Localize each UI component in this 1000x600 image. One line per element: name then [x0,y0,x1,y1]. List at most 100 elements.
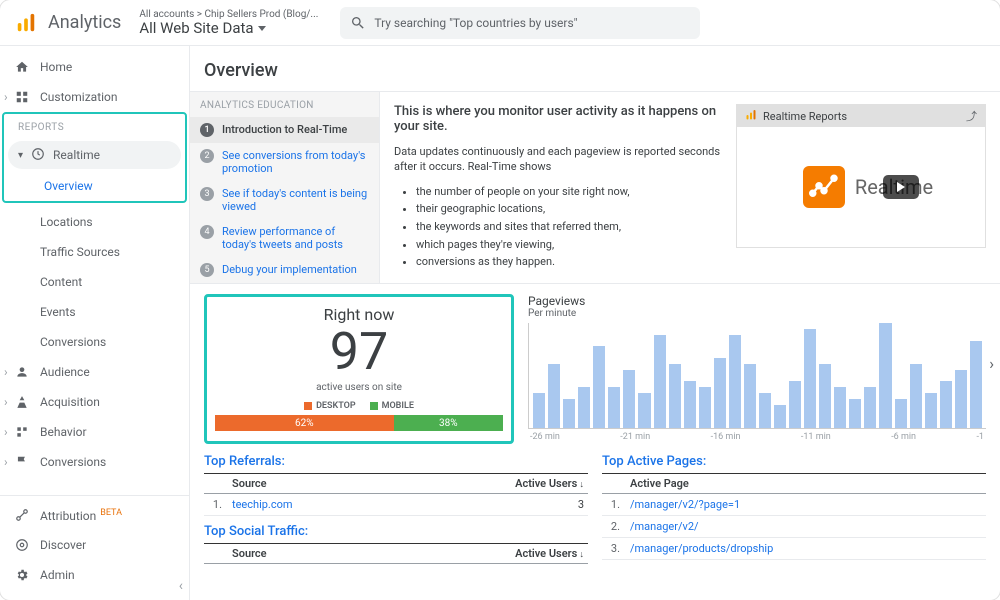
col-active-page[interactable]: Active Page [626,474,986,494]
nav-realtime-content[interactable]: Content [0,267,189,297]
page-title: Overview [190,46,1000,91]
nav-acquisition[interactable]: Acquisition [0,387,189,417]
app-header: Analytics All accounts > Chip Sellers Pr… [0,0,1000,46]
table-row[interactable]: 3./manager/products/dropship [602,538,986,560]
education-label: ANALYTICS EDUCATION [190,92,379,117]
table-title: Top Active Pages: [602,454,986,469]
attribution-icon [14,507,30,523]
chart-bar [533,393,545,428]
share-icon[interactable]: ⤴ [966,108,977,124]
nav-realtime-conversions[interactable]: Conversions [0,327,189,357]
chart-bar [774,405,786,428]
nav-realtime[interactable]: ▾ Realtime [8,141,181,169]
nav-label: Audience [40,365,90,379]
education-text: This is where you monitor user activity … [394,104,722,271]
table-row[interactable]: 1. teechip.com 3 [204,494,588,516]
pageviews-title: Pageviews [528,294,986,308]
analytics-logo-icon [12,9,40,37]
active-page-link[interactable]: /manager/v2/?page=1 [626,494,986,516]
customize-icon [14,89,30,105]
nav-realtime-locations[interactable]: Locations [0,207,189,237]
nav-behavior[interactable]: Behavior [0,417,189,447]
edu-item-1[interactable]: 1Introduction to Real-Time [190,117,379,143]
edu-bullet: conversions as they happen. [416,253,722,271]
realtime-icon [803,166,845,208]
education-video[interactable]: Realtime Reports ⤴ Realtime [736,104,986,248]
chart-bar [759,393,771,428]
nav-label: Admin [40,568,75,582]
clock-icon [31,147,45,164]
active-page-link[interactable]: /manager/v2/ [626,516,986,538]
col-source[interactable]: Source [228,474,398,494]
pageviews-card: Pageviews Per minute -26 min -21 min -16… [528,294,986,444]
chart-bar [608,387,620,428]
sidebar: Home Customization REPORTS ▾ Realtime Ov… [0,46,190,600]
reports-section-label: REPORTS [4,114,185,137]
nav-discover[interactable]: Discover [0,530,189,560]
chart-bar [955,370,967,428]
table-row[interactable]: 1./manager/v2/?page=1 [602,494,986,516]
chart-bar [895,399,907,428]
nav-admin[interactable]: Admin [0,560,189,590]
analytics-logo-icon [745,109,757,124]
nav-audience[interactable]: Audience [0,357,189,387]
chart-bar [910,364,922,428]
behavior-icon [14,424,30,440]
nav-label: Home [40,60,72,74]
chart-bar [789,381,801,428]
legend-desktop: DESKTOP [304,401,356,411]
chart-bar [684,381,696,428]
nav-conversions[interactable]: Conversions [0,447,189,477]
active-users-label: active users on site [316,382,402,393]
chart-bar [819,364,831,428]
col-active-users[interactable]: Active Users [398,474,588,494]
play-icon[interactable] [883,175,919,199]
flag-icon [14,454,30,470]
nav-label: Behavior [40,425,87,439]
top-active-pages-table: Top Active Pages: Active Page 1./manager… [602,454,986,564]
chart-bar [834,387,846,428]
nav-realtime-overview[interactable]: Overview [4,171,185,201]
pageviews-x-axis: -26 min -21 min -16 min -11 min -6 min -… [528,432,986,442]
referral-source[interactable]: teechip.com [228,494,398,516]
nav-realtime-traffic[interactable]: Traffic Sources [0,237,189,267]
nav-attribution[interactable]: AttributionBETA [0,500,189,530]
nav-label: Discover [40,538,86,552]
right-now-card: Right now 97 active users on site DESKTO… [204,294,514,444]
col-source[interactable]: Source [228,544,356,564]
chart-bar [578,387,590,428]
education-nav: ANALYTICS EDUCATION 1Introduction to Rea… [190,92,380,283]
edu-item-5[interactable]: 5Debug your implementation [190,257,379,283]
edu-item-3[interactable]: 3See if today's content is being viewed [190,181,379,219]
pageviews-subtitle: Per minute [528,308,986,319]
nav-label: Conversions [40,455,106,469]
education-headline: This is where you monitor user activity … [394,104,722,134]
person-icon [14,364,30,380]
nav-realtime-events[interactable]: Events [0,297,189,327]
table-title: Top Social Traffic: [204,524,588,539]
device-split-bar: 62% 38% [215,415,503,431]
nav-label: Realtime [53,148,100,162]
edu-item-4[interactable]: 4Review performance of today's tweets an… [190,219,379,257]
nav-home[interactable]: Home [0,52,189,82]
collapse-sidebar-button[interactable]: ‹ [179,578,183,594]
search-icon [350,15,366,31]
legend-mobile: MOBILE [370,401,414,411]
table-title: Top Referrals: [204,454,588,469]
top-referrals-table: Top Referrals: Source Active Users 1. te… [204,454,588,516]
chart-next-button[interactable]: › [989,354,994,373]
account-selector[interactable]: All accounts > Chip Sellers Prod (Blog/.… [139,9,318,37]
active-page-link[interactable]: /manager/products/dropship [626,538,986,560]
education-panel: ANALYTICS EDUCATION 1Introduction to Rea… [190,91,1000,284]
video-title: Realtime Reports [763,110,847,123]
edu-item-2[interactable]: 2See conversions from today's promotion [190,143,379,181]
nav-label: Customization [40,90,118,104]
col-active-users[interactable]: Active Users [356,544,588,564]
edu-bullet: the number of people on your site right … [416,183,722,201]
view-name: All Web Site Data [139,20,253,37]
search-input[interactable]: Try searching "Top countries by users" [340,7,700,39]
table-row[interactable]: 2./manager/v2/ [602,516,986,538]
chart-bar [669,364,681,428]
chart-bar [849,399,861,428]
nav-customization[interactable]: Customization [0,82,189,112]
